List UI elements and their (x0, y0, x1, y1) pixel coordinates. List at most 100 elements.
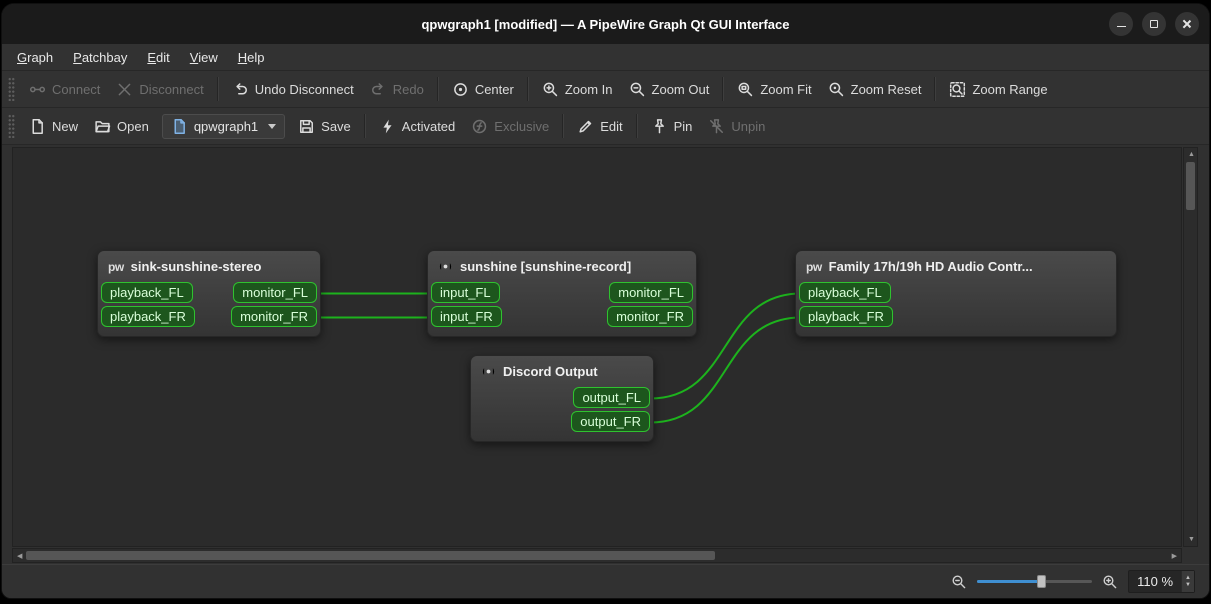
spin-down-icon[interactable]: ▼ (1185, 582, 1191, 588)
port-playback_FR[interactable]: playback_FR (799, 306, 893, 327)
menu-edit[interactable]: Edit (138, 47, 178, 68)
bolt-icon (379, 118, 396, 135)
zoom-out-button[interactable]: Zoom Out (621, 76, 718, 103)
toolbar-grip[interactable] (8, 114, 15, 138)
node-ports: playback_FL monitor_FL playback_FR monitor_… (98, 280, 320, 336)
close-icon (1182, 19, 1192, 29)
zoom-spinbox[interactable]: 110 % ▲ ▼ (1128, 570, 1195, 593)
node-header[interactable]: pw Family 17h/19h HD Audio Contr... (796, 251, 1116, 280)
pin-label: Pin (673, 118, 693, 134)
save-button[interactable]: Save (290, 113, 359, 140)
undo-disconnect-label: Undo Disconnect (254, 81, 354, 97)
pipewire-icon: pw (806, 259, 822, 274)
connect-label: Connect (52, 81, 101, 97)
menu-patchbay[interactable]: Patchbay (64, 47, 136, 68)
node-sunshine[interactable]: sunshine [sunshine-record] input_FLmonito… (427, 250, 697, 337)
node-title: Family 17h/19h HD Audio Contr... (828, 259, 1033, 274)
save-label: Save (321, 118, 351, 134)
zoom-range-icon (949, 81, 966, 98)
zoom-in-button[interactable]: Zoom In (534, 76, 621, 103)
undo-icon (232, 81, 249, 98)
port-monitor_FL[interactable]: monitor_FL (233, 282, 317, 303)
open-button[interactable]: Open (86, 113, 157, 140)
maximize-button[interactable] (1142, 12, 1166, 36)
chevron-down-icon (268, 123, 277, 129)
disconnect-icon (116, 81, 133, 98)
zoom-slider[interactable] (977, 573, 1093, 590)
port-monitor_FR[interactable]: monitor_FR (607, 306, 693, 327)
scroll-left-icon[interactable]: ◀ (17, 553, 22, 560)
exclusive-button[interactable]: Exclusive (463, 113, 557, 140)
port-input_FR[interactable]: input_FR (431, 306, 502, 327)
horizontal-scrollbar-thumb[interactable] (26, 551, 716, 560)
open-label: Open (117, 118, 149, 134)
vertical-scrollbar-thumb[interactable] (1186, 162, 1195, 210)
port-output_FL[interactable]: output_FL (573, 387, 650, 408)
disconnect-button[interactable]: Disconnect (108, 76, 211, 103)
node-discord-output[interactable]: Discord Output output_FL output_FR (470, 355, 654, 442)
edit-label: Edit (600, 118, 623, 134)
record-icon (481, 364, 496, 379)
redo-button[interactable]: Redo (362, 76, 432, 103)
close-button[interactable] (1175, 12, 1199, 36)
zoom-reset-icon (828, 81, 845, 98)
port-monitor_FL[interactable]: monitor_FL (609, 282, 693, 303)
zoom-range-button[interactable]: Zoom Range (941, 76, 1055, 103)
menu-view[interactable]: View (181, 47, 227, 68)
graph-toolbar: Connect Disconnect Undo Disconnect Redo Cent… (2, 71, 1209, 108)
node-family-hd-audio[interactable]: pw Family 17h/19h HD Audio Contr... playba… (795, 250, 1117, 337)
graph-canvas[interactable]: pw sink-sunshine-stereo playback_FL monitor… (12, 147, 1182, 547)
zoom-range-label: Zoom Range (972, 81, 1048, 97)
save-icon (298, 118, 315, 135)
scroll-down-icon[interactable]: ▼ (1188, 536, 1195, 543)
unpin-icon (708, 118, 725, 135)
title-bar[interactable]: qpwgraph1 [modified] — A PipeWire Graph … (2, 4, 1209, 44)
pencil-icon (577, 118, 594, 135)
new-icon (29, 118, 46, 135)
zoom-out-icon[interactable] (951, 574, 967, 590)
undo-disconnect-button[interactable]: Undo Disconnect (224, 76, 362, 103)
toolbar-grip[interactable] (8, 77, 15, 101)
vertical-scrollbar[interactable]: ▲ ▼ (1183, 147, 1198, 547)
port-playback_FR[interactable]: playback_FR (101, 306, 195, 327)
node-header[interactable]: sunshine [sunshine-record] (428, 251, 696, 280)
toolbar-separator (635, 114, 638, 138)
pin-button[interactable]: Pin (643, 113, 701, 140)
zoom-reset-button[interactable]: Zoom Reset (820, 76, 930, 103)
exclusive-label: Exclusive (494, 118, 550, 134)
zoom-slider-handle[interactable] (1036, 575, 1046, 588)
zoom-spin-buttons: ▲ ▼ (1181, 571, 1194, 592)
patchbay-combo[interactable]: qpwgraph1 (161, 113, 286, 139)
node-title: Discord Output (503, 364, 598, 379)
patchbay-toolbar: New Open qpwgraph1 Save Activated Exclusive Ed… (2, 108, 1209, 145)
minimize-button[interactable] (1109, 12, 1133, 36)
toolbar-separator (363, 114, 366, 138)
port-input_FL[interactable]: input_FL (431, 282, 500, 303)
port-playback_FL[interactable]: playback_FL (101, 282, 193, 303)
node-header[interactable]: Discord Output (471, 356, 653, 385)
connect-button[interactable]: Connect (21, 76, 108, 103)
activated-button[interactable]: Activated (371, 113, 463, 140)
center-button[interactable]: Center (444, 76, 522, 103)
spin-up-icon[interactable]: ▲ (1185, 575, 1191, 581)
menu-help[interactable]: Help (229, 47, 274, 68)
port-playback_FL[interactable]: playback_FL (799, 282, 891, 303)
zoom-in-icon[interactable] (1102, 574, 1118, 590)
scroll-up-icon[interactable]: ▲ (1188, 151, 1195, 158)
new-button[interactable]: New (21, 113, 86, 140)
port-monitor_FR[interactable]: monitor_FR (231, 306, 317, 327)
node-sink-sunshine-stereo[interactable]: pw sink-sunshine-stereo playback_FLmonitor… (97, 250, 321, 337)
zoom-percent[interactable]: 110 % (1129, 571, 1181, 592)
zoom-fit-icon (737, 81, 754, 98)
unpin-button[interactable]: Unpin (700, 113, 773, 140)
open-icon (94, 118, 111, 135)
pipewire-icon: pw (108, 259, 124, 274)
edit-button[interactable]: Edit (569, 113, 630, 140)
node-header[interactable]: pw sink-sunshine-stereo (98, 251, 320, 280)
horizontal-scrollbar[interactable]: ◀ ▶ (12, 548, 1182, 563)
port-output_FR[interactable]: output_FR (571, 411, 650, 432)
toolbar-separator (934, 77, 937, 101)
scroll-right-icon[interactable]: ▶ (1172, 553, 1177, 560)
menu-graph[interactable]: Graph (8, 47, 62, 68)
zoom-fit-button[interactable]: Zoom Fit (729, 76, 819, 103)
